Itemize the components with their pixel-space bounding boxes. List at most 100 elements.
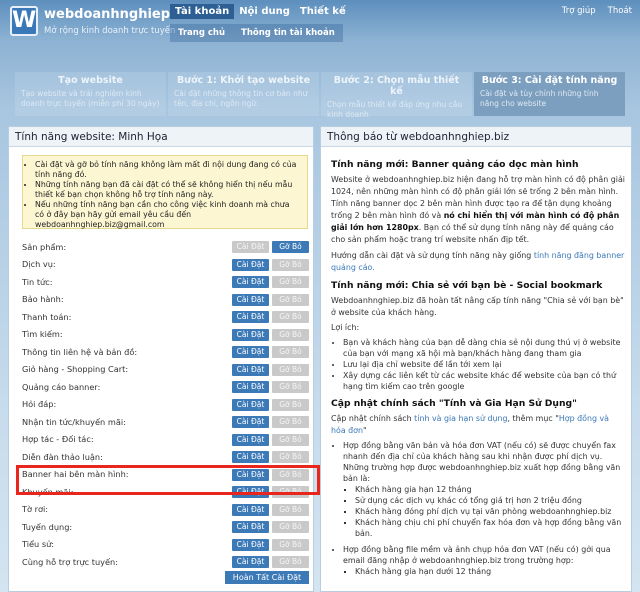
features-panel: Tính năng website: Minh Họa Cài đặt và g… [8, 126, 320, 592]
install-button[interactable]: Cài Đặt [232, 416, 269, 428]
install-button[interactable]: Cài Đặt [232, 381, 269, 393]
step-1[interactable]: Bước 1: Khởi tạo website Cài đặt những t… [168, 72, 319, 116]
install-button[interactable]: Cài Đặt [232, 503, 269, 516]
notice-item: Nếu những tính năng bạn cần cho công việ… [35, 200, 301, 229]
notice-box: Cài đặt và gỡ bỏ tính năng không làm mất… [22, 155, 308, 229]
feature-label: Cùng hỗ trợ trực tuyến: [22, 556, 118, 567]
install-button[interactable]: Cài Đặt [232, 398, 269, 411]
feature-label: Thông tin liên hệ và bản đồ: [22, 346, 138, 357]
feature-label: Bảo hành: [22, 294, 64, 305]
main-nav: Tài khoản Nội dung Thiết kế [170, 4, 351, 19]
announcement-heading: Tính năng mới: Banner quảng cáo dọc màn … [331, 159, 579, 170]
announcement-text: Website ở webdoanhnghiep.biz hiện đang h… [331, 175, 625, 245]
feature-label: Dịch vụ: [22, 259, 56, 270]
step-2[interactable]: Bước 2: Chọn mẫu thiết kế Chọn mẫu thiết… [321, 72, 472, 119]
subnav-thong-tin-tai-khoan[interactable]: Thông tin tài khoản [233, 28, 343, 38]
list-item: Khách hàng gia hạn dưới 12 tháng [355, 566, 625, 577]
feature-row: Thông tin liên hệ và bản đồ: Cài Đặt Gỡ Bỏ [22, 343, 312, 361]
feature-label: Giỏ hàng - Shopping Cart: [22, 364, 129, 375]
feature-label: Thanh toán: [22, 311, 72, 322]
step-3[interactable]: Bước 3: Cài đặt tính năng Cài đặt và tùy… [474, 72, 625, 116]
feature-row: Cùng hỗ trợ trực tuyến: Cài Đặt Gỡ Bỏ [22, 553, 312, 571]
finish-setup-button[interactable]: Hoàn Tất Cài Đặt [225, 571, 309, 584]
logo-w-icon: W [10, 6, 38, 36]
feature-label: Hợp tác - Đối tác: [22, 434, 94, 445]
install-button[interactable]: Cài Đặt [232, 556, 269, 568]
feature-row: Thanh toán: Cài Đặt Gỡ Bỏ [22, 308, 312, 326]
nav-tai-khoan[interactable]: Tài khoản [170, 4, 235, 19]
install-button[interactable]: Cài Đặt [232, 451, 269, 463]
install-button[interactable]: Cài Đặt [232, 346, 269, 358]
announcements-content: Tính năng mới: Banner quảng cáo dọc màn … [331, 153, 625, 577]
remove-button[interactable]: Gỡ Bỏ [272, 311, 309, 323]
feature-row: Tin tức: Cài Đặt Gỡ Bỏ [22, 273, 312, 291]
list-item: Sử dụng các dịch vụ khác có tổng giá trị… [355, 495, 625, 506]
step-desc: Chọn mẫu thiết kế đáp ứng nhu cầu kinh d… [327, 100, 463, 119]
site-logo[interactable]: W webdoanhnghiep.biz Mở rộng kinh doanh … [4, 4, 196, 38]
install-button[interactable]: Cài Đặt [232, 276, 269, 288]
remove-button[interactable]: Gỡ Bỏ [272, 276, 309, 288]
install-button[interactable]: Cài Đặt [232, 433, 269, 446]
notice-item: Những tính năng bạn đã cài đặt có thể sẽ… [35, 180, 301, 199]
step-desc: Cài đặt và tùy chỉnh những tính năng cho… [480, 89, 599, 108]
remove-button[interactable]: Gỡ Bỏ [272, 503, 309, 516]
feature-row: Tờ rơi: Cài Đặt Gỡ Bỏ [22, 501, 312, 519]
install-button[interactable]: Cài Đặt [232, 241, 269, 253]
remove-button[interactable]: Gỡ Bỏ [272, 328, 309, 341]
remove-button[interactable]: Gỡ Bỏ [272, 241, 309, 253]
announcement-text: Webdoanhnghiep.biz đã hoàn tất nâng cấp … [331, 295, 624, 317]
feature-row: Hợp tác - Đối tác: Cài Đặt Gỡ Bỏ [22, 431, 312, 449]
remove-button[interactable]: Gỡ Bỏ [272, 433, 309, 446]
announcement-text: Lợi ích: [331, 322, 360, 332]
install-button[interactable]: Cài Đặt [232, 311, 269, 323]
remove-button[interactable]: Gỡ Bỏ [272, 398, 309, 411]
install-button[interactable]: Cài Đặt [232, 293, 269, 306]
feature-row: Bảo hành: Cài Đặt Gỡ Bỏ [22, 291, 312, 309]
remove-button[interactable]: Gỡ Bỏ [272, 363, 309, 376]
step-title: Tạo website [58, 75, 123, 86]
nav-noi-dung[interactable]: Nội dung [234, 4, 295, 19]
remove-button[interactable]: Gỡ Bỏ [272, 538, 309, 551]
feature-label: Quảng cáo banner: [22, 381, 101, 392]
site-tagline: Mở rộng kinh doanh trực tuyến [44, 26, 176, 36]
remove-button[interactable]: Gỡ Bỏ [272, 416, 309, 428]
remove-button[interactable]: Gỡ Bỏ [272, 556, 309, 568]
remove-button[interactable]: Gỡ Bỏ [272, 521, 309, 533]
features-panel-title: Tính năng website: Minh Họa [9, 127, 313, 147]
remove-button[interactable]: Gỡ Bỏ [272, 451, 309, 463]
list-item: Xây dựng các liên kết từ các website khá… [343, 370, 625, 392]
install-button[interactable]: Cài Đặt [232, 538, 269, 551]
nav-thiet-ke[interactable]: Thiết kế [295, 4, 351, 19]
feature-row: Quảng cáo banner: Cài Đặt Gỡ Bỏ [22, 378, 312, 396]
remove-button[interactable]: Gỡ Bỏ [272, 381, 309, 393]
highlight-box [16, 465, 320, 495]
install-button[interactable]: Cài Đặt [232, 363, 269, 376]
sub-nav: Trang chủ Thông tin tài khoản [170, 24, 343, 42]
remove-button[interactable]: Gỡ Bỏ [272, 258, 309, 271]
logout-link[interactable]: Thoát [608, 6, 632, 16]
feature-label: Tiểu sử: [22, 539, 55, 550]
policy-link[interactable]: tính và gia hạn sử dụng [414, 414, 507, 423]
list-item: Bạn và khách hàng của bạn dễ dàng chia s… [343, 337, 625, 359]
announcement-heading: Cập nhật chính sách "Tính và Gia Hạn Sử … [331, 398, 577, 410]
announcement-heading: Tính năng mới: Chia sẻ với bạn bè - Soci… [331, 279, 603, 291]
feature-row: Nhận tin tức/khuyến mãi: Cài Đặt Gỡ Bỏ [22, 413, 312, 431]
feature-list: Sản phẩm: Cài Đặt Gỡ Bỏ Dịch vụ: Cài Đặt Gỡ B… [22, 238, 312, 571]
list-item: Hợp đồng bằng file mềm và ảnh chụp hóa đ… [343, 544, 625, 577]
feature-row: Tiểu sử: Cài Đặt Gỡ Bỏ [22, 536, 312, 554]
help-link[interactable]: Trợ giúp [562, 6, 596, 16]
install-button[interactable]: Cài Đặt [232, 328, 269, 341]
remove-button[interactable]: Gỡ Bỏ [272, 346, 309, 358]
top-header: W webdoanhnghiep.biz Mở rộng kinh doanh … [0, 0, 640, 44]
install-button[interactable]: Cài Đặt [232, 521, 269, 533]
remove-button[interactable]: Gỡ Bỏ [272, 293, 309, 306]
feature-label: Diễn đàn thảo luận: [22, 451, 103, 462]
setup-steps: Tạo website Tạo website và trải nghiệm k… [15, 72, 627, 119]
step-title: Bước 1: Khởi tạo website [176, 75, 311, 86]
feature-label: Tin tức: [22, 276, 53, 287]
list-item: Khách hàng đóng phí dịch vụ tại văn phòn… [355, 506, 625, 517]
subnav-trang-chu[interactable]: Trang chủ [170, 28, 233, 38]
benefits-list: Bạn và khách hàng của bạn dễ dàng chia s… [343, 337, 625, 392]
step-create-website[interactable]: Tạo website Tạo website và trải nghiệm k… [15, 72, 166, 116]
install-button[interactable]: Cài Đặt [232, 258, 269, 271]
